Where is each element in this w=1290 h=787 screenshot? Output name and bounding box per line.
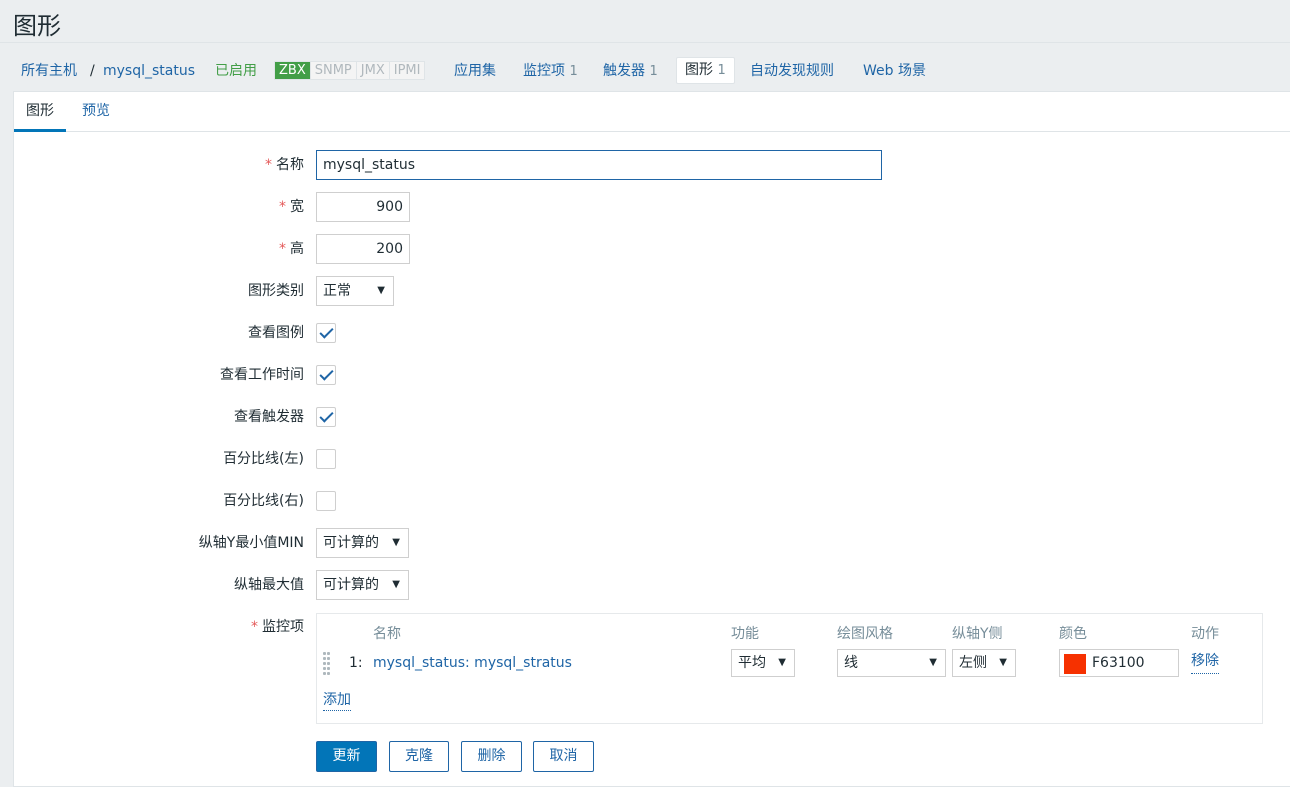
- item-name-link[interactable]: mysql_status: mysql_stratus: [373, 649, 572, 677]
- y-max-row: 纵轴最大值 可计算的 ▼: [14, 570, 1290, 600]
- y-min-label: 纵轴Y最小值MIN: [198, 535, 304, 551]
- nav-applications[interactable]: 应用集: [454, 56, 496, 86]
- item-color-picker[interactable]: F63100: [1059, 649, 1179, 677]
- drag-handle-icon[interactable]: [323, 652, 331, 676]
- name-label: * 名称: [265, 157, 304, 173]
- item-color-value: F63100: [1092, 655, 1145, 671]
- show-work-period-label: 查看工作时间: [220, 367, 304, 383]
- graph-type-select[interactable]: 正常 ▼: [316, 276, 394, 306]
- nav-items-label: 监控项: [523, 63, 565, 79]
- nav-graphs-count: 1: [717, 63, 726, 78]
- height-input[interactable]: [316, 234, 410, 264]
- percentile-left-checkbox[interactable]: [316, 449, 336, 469]
- graph-type-label: 图形类别: [248, 283, 304, 299]
- delete-button[interactable]: 删除: [461, 741, 522, 772]
- nav-web-scenarios[interactable]: Web 场景: [863, 56, 926, 86]
- show-work-period-row: 查看工作时间: [14, 360, 1290, 390]
- chevron-down-icon: ▼: [392, 537, 400, 548]
- column-header-y-side: 纵轴Y侧: [952, 626, 1003, 642]
- item-y-side-select[interactable]: 左侧 ▼: [952, 649, 1016, 677]
- item-remove-link[interactable]: 移除: [1191, 649, 1219, 674]
- name-row: * 名称: [14, 150, 1290, 180]
- width-input[interactable]: [316, 192, 410, 222]
- show-legend-label: 查看图例: [248, 325, 304, 341]
- update-button[interactable]: 更新: [316, 741, 377, 772]
- tab-preview[interactable]: 预览: [70, 92, 122, 132]
- nav-graphs[interactable]: 图形 1: [676, 57, 735, 84]
- nav-triggers-label: 触发器: [603, 63, 645, 79]
- chevron-down-icon: ▼: [377, 285, 385, 296]
- show-legend-row: 查看图例: [14, 318, 1290, 348]
- chevron-down-icon: ▼: [778, 657, 786, 668]
- nav-triggers[interactable]: 触发器 1: [603, 56, 658, 86]
- graph-form-panel: 图形 预览 *名称 *宽 *高 图形类别 正常▼ 查看图例 查看工作时间 查看触…: [13, 91, 1290, 787]
- width-label: * 宽: [279, 199, 304, 215]
- chevron-down-icon: ▼: [392, 579, 400, 590]
- chevron-down-icon: ▼: [999, 657, 1007, 668]
- graph-items-table: 名称 功能 绘图风格 纵轴Y侧 颜色 动作 1: mysql_status: m…: [316, 613, 1263, 724]
- cancel-button[interactable]: 取消: [533, 741, 594, 772]
- snmp-badge: SNMP: [310, 62, 357, 79]
- breadcrumb-separator: /: [90, 63, 95, 79]
- show-triggers-label: 查看触发器: [234, 409, 304, 425]
- jmx-badge: JMX: [356, 62, 390, 79]
- height-row: * 高: [14, 234, 1290, 264]
- nav-triggers-count: 1: [649, 64, 658, 79]
- item-index: 1:: [349, 655, 363, 671]
- header-divider: [0, 42, 1290, 43]
- tab-graph[interactable]: 图形: [14, 92, 66, 132]
- items-label: * 监控项: [251, 619, 304, 635]
- show-triggers-row: 查看触发器: [14, 402, 1290, 432]
- y-min-row: 纵轴Y最小值MIN 可计算的 ▼: [14, 528, 1290, 558]
- height-label: * 高: [279, 241, 304, 257]
- column-header-function: 功能: [731, 626, 759, 642]
- y-min-select[interactable]: 可计算的 ▼: [316, 528, 409, 558]
- percentile-left-label: 百分比线(左): [223, 451, 304, 467]
- y-max-select[interactable]: 可计算的 ▼: [316, 570, 409, 600]
- column-header-color: 颜色: [1059, 626, 1087, 642]
- host-status-enabled[interactable]: 已启用: [215, 56, 257, 86]
- chevron-down-icon: ▼: [929, 657, 937, 668]
- zbx-badge: ZBX: [275, 62, 311, 79]
- width-row: * 宽: [14, 192, 1290, 222]
- percentile-right-row: 百分比线(右): [14, 486, 1290, 516]
- nav-items-count: 1: [569, 64, 578, 79]
- name-input[interactable]: [316, 150, 882, 180]
- show-triggers-checkbox[interactable]: [316, 407, 336, 427]
- page-title: 图形: [13, 12, 61, 40]
- percentile-right-checkbox[interactable]: [316, 491, 336, 511]
- breadcrumb-all-hosts[interactable]: 所有主机: [21, 56, 77, 86]
- color-swatch[interactable]: [1064, 654, 1086, 674]
- show-legend-checkbox[interactable]: [316, 323, 336, 343]
- nav-graphs-label: 图形: [685, 62, 713, 78]
- column-header-draw-style: 绘图风格: [837, 626, 893, 642]
- graph-type-row: 图形类别 正常 ▼: [14, 276, 1290, 306]
- nav-discovery-rules[interactable]: 自动发现规则: [750, 56, 834, 86]
- form-tabs: 图形 预览: [14, 92, 1290, 132]
- show-work-period-checkbox[interactable]: [316, 365, 336, 385]
- column-header-name: 名称: [373, 626, 401, 642]
- item-draw-style-select[interactable]: 线 ▼: [837, 649, 946, 677]
- y-max-label: 纵轴最大值: [234, 577, 304, 593]
- item-function-select[interactable]: 平均 ▼: [731, 649, 795, 677]
- clone-button[interactable]: 克隆: [389, 741, 449, 772]
- host-navigation: 所有主机 / mysql_status 已启用 ZBX SNMP JMX IPM…: [0, 56, 1290, 86]
- ipmi-badge: IPMI: [389, 62, 425, 79]
- column-header-action: 动作: [1191, 626, 1219, 642]
- percentile-right-label: 百分比线(右): [223, 493, 304, 509]
- availability-badges: ZBX SNMP JMX IPMI: [274, 61, 426, 80]
- percentile-left-row: 百分比线(左): [14, 444, 1290, 474]
- breadcrumb-host[interactable]: mysql_status: [103, 56, 195, 86]
- nav-items[interactable]: 监控项 1: [523, 56, 578, 86]
- add-item-link[interactable]: 添加: [323, 690, 351, 711]
